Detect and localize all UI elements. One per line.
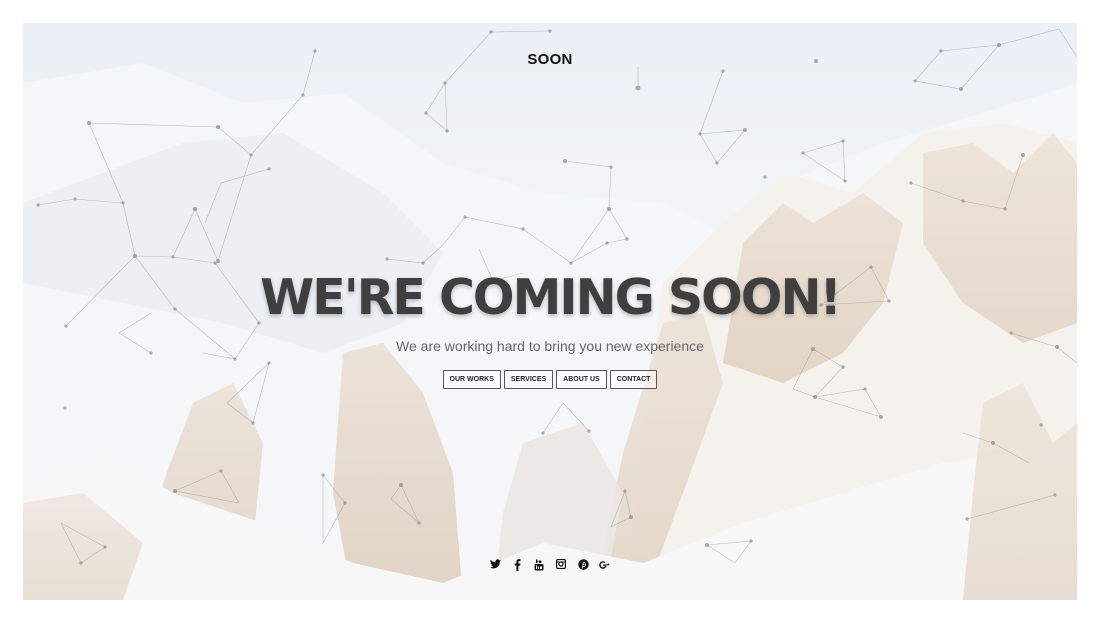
nav-our-works-button[interactable]: OUR WORKS: [442, 370, 501, 389]
nav-about-us-button[interactable]: ABOUT US: [556, 370, 607, 389]
page-subtitle: We are working hard to bring you new exp…: [396, 338, 704, 354]
google-plus-icon[interactable]: [599, 559, 611, 573]
social-links: [23, 558, 1077, 573]
pinterest-icon[interactable]: [577, 559, 589, 573]
main-nav: OUR WORKS SERVICES ABOUT US CONTACT: [23, 370, 1077, 389]
twitter-icon[interactable]: [489, 559, 501, 573]
page-title: WE'RE COMING SOON!: [260, 269, 842, 326]
brand-logo[interactable]: SOON: [23, 51, 1077, 68]
youtube-icon[interactable]: [533, 559, 545, 573]
facebook-icon[interactable]: [511, 559, 523, 573]
nav-services-button[interactable]: SERVICES: [503, 370, 554, 389]
nav-contact-button[interactable]: CONTACT: [609, 370, 658, 389]
hero-section: SOON WE'RE COMING SOON! We are working h…: [23, 23, 1077, 600]
instagram-icon[interactable]: [555, 558, 567, 573]
